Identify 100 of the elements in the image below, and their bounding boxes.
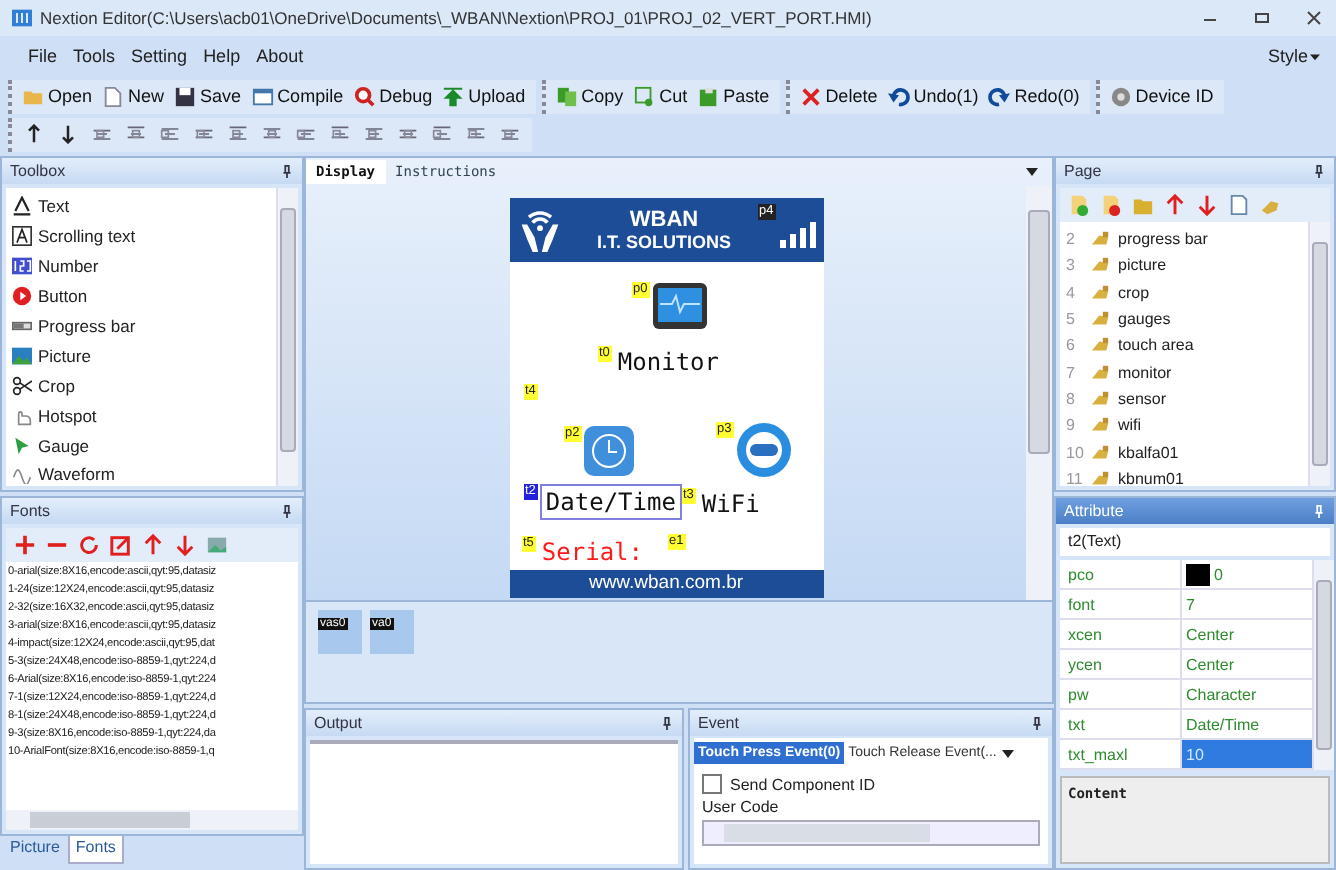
page-item[interactable]: sensor (1118, 389, 1167, 408)
toolbar-button[interactable]: Redo(0) (984, 81, 1084, 111)
add-page-icon[interactable] (1068, 194, 1090, 216)
magnifier-icon (353, 85, 376, 107)
menu-item[interactable]: Tools (73, 46, 116, 66)
toolbar-button[interactable]: Upload (438, 81, 530, 111)
pin-icon[interactable] (1312, 164, 1326, 178)
toolbar-button[interactable]: Delete (795, 81, 882, 111)
tab[interactable]: Fonts (67, 836, 124, 864)
screen-footer-text: www.wban.com.br (588, 572, 744, 594)
attribute-row[interactable]: pco 0 (1060, 560, 1312, 590)
page-item[interactable]: kbnum01 (1118, 469, 1184, 488)
plus-icon[interactable] (14, 534, 36, 556)
toolbox-item[interactable]: Crop (12, 370, 270, 401)
delete-page-icon[interactable] (1100, 194, 1122, 216)
page-item[interactable]: kbalfa01 (1118, 443, 1179, 462)
toolbox-item[interactable]: Scrolling text (12, 221, 270, 252)
upload-icon (442, 85, 465, 107)
align-icon[interactable] (398, 124, 418, 144)
page-number: 2 (1066, 230, 1077, 249)
toolbox-item[interactable]: Text (12, 192, 270, 222)
screen-text[interactable]: Serial: (537, 536, 647, 568)
pin-icon[interactable] (280, 164, 294, 178)
tab[interactable]: Picture (4, 836, 66, 864)
toolbar-button[interactable]: Open (18, 81, 97, 111)
screen-subtitle: I.T. SOLUTIONS (597, 232, 732, 252)
attribute-value: 10 (1186, 745, 1204, 763)
toolbox-item[interactable]: Number (12, 251, 270, 282)
dropdown-icon[interactable] (1024, 164, 1040, 180)
toolbar-button[interactable]: New (98, 81, 169, 111)
toolbar-button[interactable]: Paste (693, 81, 774, 111)
caret-icon[interactable] (1310, 51, 1320, 61)
pin-icon[interactable] (280, 504, 294, 518)
checkbox[interactable] (702, 774, 722, 794)
panel-title: Attribute (1064, 502, 1124, 520)
toolbar-button[interactable]: Cut (629, 81, 692, 111)
page-number: 9 (1066, 416, 1077, 435)
signal-bars-icon (777, 220, 818, 248)
align-icon[interactable] (296, 124, 316, 144)
toolbox-item[interactable]: Gauge (12, 430, 270, 461)
align-icon[interactable] (228, 124, 248, 144)
pin-icon[interactable] (660, 716, 674, 730)
close-icon[interactable] (1304, 8, 1324, 28)
page-number: 11 (1066, 469, 1084, 488)
image-icon[interactable] (206, 534, 228, 556)
page-item[interactable]: crop (1118, 283, 1150, 302)
arrow-up-icon[interactable] (24, 124, 44, 144)
toolbox-item[interactable]: Button (12, 281, 270, 312)
maximize-icon[interactable] (1252, 8, 1272, 28)
toolbar-button[interactable]: Save (170, 81, 246, 111)
align-icon[interactable] (92, 124, 112, 144)
align-icon[interactable] (466, 124, 486, 144)
screen-text[interactable]: WiFi (697, 488, 764, 520)
page-item[interactable]: touch area (1118, 336, 1194, 355)
page-number: 3 (1066, 256, 1077, 275)
align-icon[interactable] (262, 124, 282, 144)
align-icon[interactable] (194, 124, 214, 144)
menu-item[interactable]: Help (203, 46, 241, 66)
page-item[interactable]: gauges (1118, 310, 1171, 329)
align-icon[interactable] (126, 124, 146, 144)
toolbox-item[interactable]: Progress bar (12, 311, 270, 341)
toolbox-item[interactable]: Waveform (12, 460, 270, 490)
align-icon[interactable] (500, 124, 520, 144)
menu-item[interactable]: About (256, 46, 304, 66)
selected-screen-text[interactable]: Date/Time (539, 484, 682, 520)
page-item[interactable]: progress bar (1118, 230, 1208, 249)
align-icon[interactable] (330, 124, 350, 144)
toolbar-button[interactable]: Undo(1) (883, 81, 983, 111)
page-item[interactable]: picture (1118, 256, 1167, 275)
redo-icon (988, 85, 1011, 107)
page-item[interactable]: monitor (1118, 363, 1172, 382)
align-icon[interactable] (160, 124, 180, 144)
page-item[interactable]: wifi (1118, 416, 1142, 435)
page-number: 4 (1066, 283, 1077, 302)
refresh-icon[interactable] (78, 534, 100, 556)
align-icon[interactable] (364, 124, 384, 144)
toolbar-button[interactable]: Copy (551, 81, 628, 111)
scrollbar[interactable] (1026, 186, 1052, 600)
scrollbar[interactable] (6, 810, 298, 830)
arrow-down-icon[interactable] (58, 124, 78, 144)
style-menu[interactable]: Style (1267, 46, 1308, 66)
scrollbar[interactable] (702, 820, 1040, 846)
toolbar-button[interactable]: Compile (247, 81, 348, 111)
dropdown-icon[interactable] (1000, 745, 1017, 761)
page-icon[interactable] (1228, 194, 1250, 216)
field-label: User Code (702, 798, 781, 816)
screen-text[interactable]: Monitor (613, 346, 723, 378)
edit-icon[interactable] (110, 534, 132, 556)
pin-icon[interactable] (1030, 716, 1044, 730)
attribute-row[interactable]: txt_maxl 10 (1060, 740, 1312, 770)
toolbar-button[interactable]: Debug (349, 81, 437, 111)
toolbox-item[interactable]: Picture (12, 340, 270, 371)
menu-item[interactable]: Setting (131, 46, 188, 66)
attribute-value: Character (1186, 685, 1257, 703)
menu-item[interactable]: File (28, 46, 58, 66)
align-icon[interactable] (432, 124, 452, 144)
attribute-value: Date/Time (1186, 715, 1260, 733)
object-dropdown[interactable]: t2(Text) (1060, 528, 1330, 556)
toolbox-item[interactable]: Hotspot (12, 400, 270, 431)
panel-title: Toolbox (10, 162, 66, 180)
